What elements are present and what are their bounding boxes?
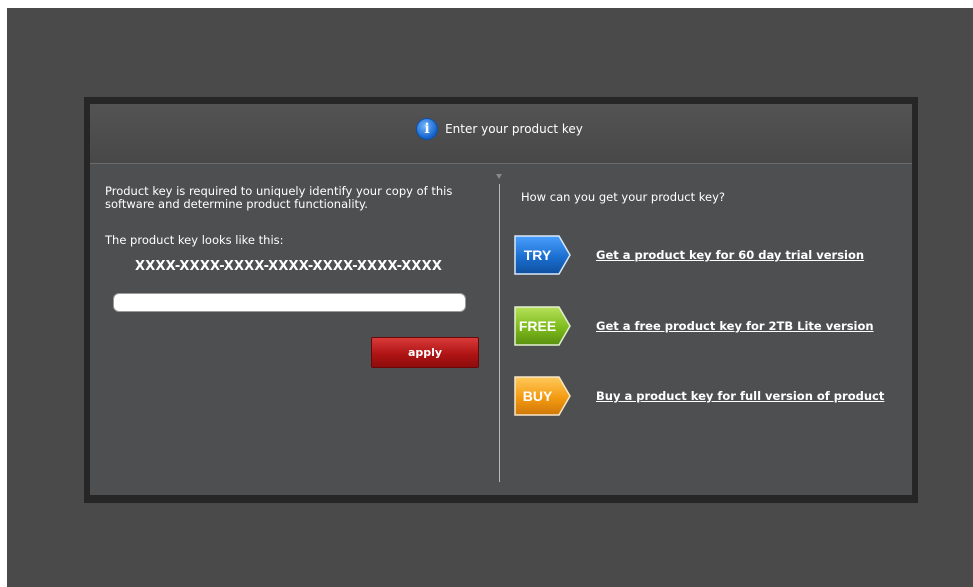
apply-button[interactable]: apply (371, 337, 479, 368)
divider-arrow-icon (496, 174, 502, 179)
option-free: FREE Get a free product key for 2TB Lite… (514, 306, 874, 346)
key-format-label: The product key looks like this: (105, 233, 284, 247)
buy-badge-label: BUY (522, 388, 553, 404)
try-badge-label: TRY (523, 247, 552, 263)
info-icon: i (416, 117, 439, 140)
product-key-dialog: i Enter your product key Product key is … (90, 104, 912, 495)
key-format-example: XXXX-XXXX-XXXX-XXXX-XXXX-XXXX-XXXX (135, 259, 443, 274)
column-divider (499, 184, 500, 482)
trial-key-link[interactable]: Get a product key for 60 day trial versi… (596, 248, 864, 262)
free-badge[interactable]: FREE (514, 306, 571, 346)
free-badge-label: FREE (518, 318, 557, 334)
product-key-description: Product key is required to uniquely iden… (105, 184, 453, 211)
product-key-input[interactable] (113, 293, 466, 312)
get-key-question: How can you get your product key? (521, 190, 726, 204)
option-buy: BUY Buy a product key for full version o… (514, 376, 884, 416)
free-key-link[interactable]: Get a free product key for 2TB Lite vers… (596, 319, 874, 333)
buy-badge[interactable]: BUY (514, 376, 571, 416)
option-try: TRY Get a product key for 60 day trial v… (514, 235, 864, 275)
dialog-title: Enter your product key (445, 121, 583, 136)
try-badge[interactable]: TRY (514, 235, 571, 275)
dialog-header: i Enter your product key (90, 104, 912, 164)
buy-key-link[interactable]: Buy a product key for full version of pr… (596, 389, 884, 403)
